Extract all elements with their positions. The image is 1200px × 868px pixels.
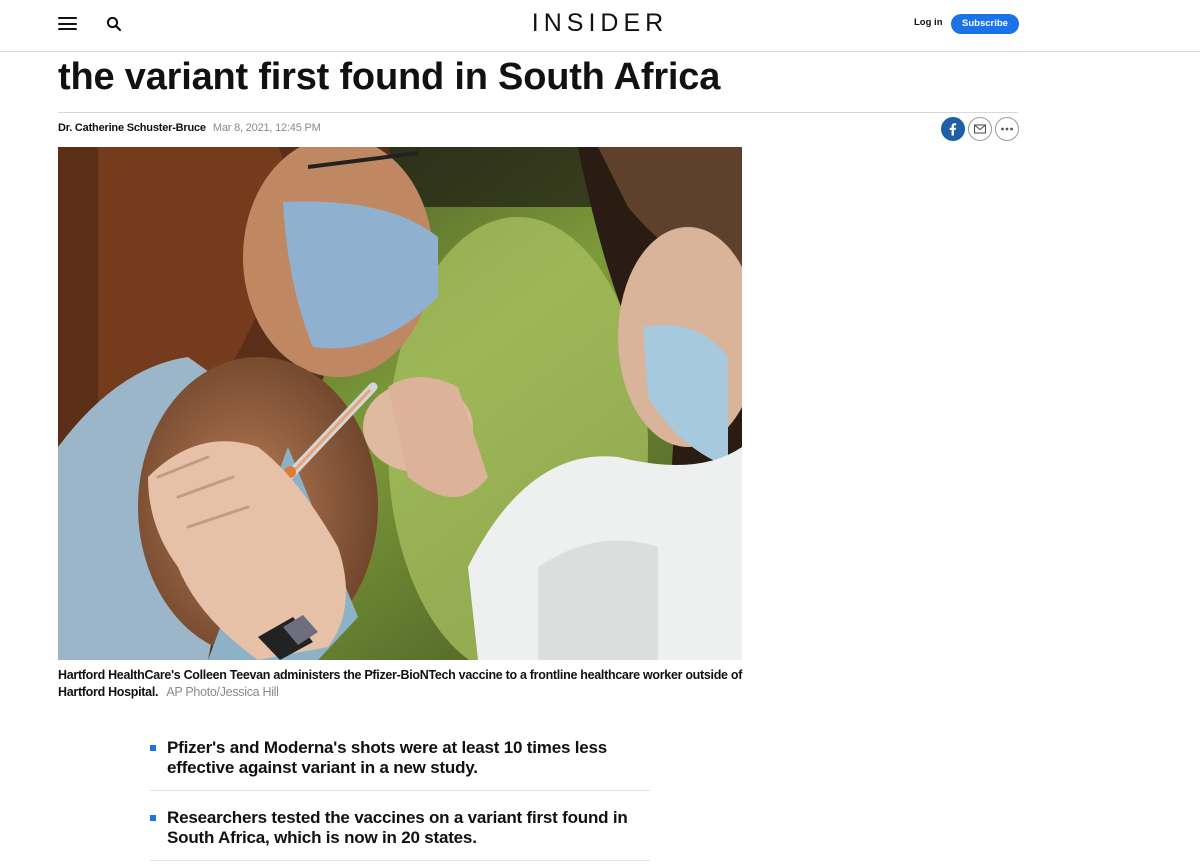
menu-icon[interactable] bbox=[58, 16, 78, 32]
email-share-button[interactable] bbox=[968, 117, 992, 141]
key-point: Researchers tested the vaccines on a var… bbox=[150, 808, 650, 861]
hero-image bbox=[58, 147, 742, 660]
caption-text: Hartford HealthCare's Colleen Teevan adm… bbox=[58, 668, 743, 699]
article-headline: the variant first found in South Africa bbox=[58, 56, 721, 98]
image-caption: Hartford HealthCare's Colleen Teevan adm… bbox=[58, 667, 748, 701]
subscribe-button[interactable]: Subscribe bbox=[951, 14, 1019, 34]
facebook-icon bbox=[949, 123, 957, 136]
bullet-marker bbox=[150, 815, 156, 821]
email-icon bbox=[973, 124, 987, 134]
photo-credit: AP Photo/Jessica Hill bbox=[166, 685, 279, 699]
publish-date: Mar 8, 2021, 12:45 PM bbox=[212, 122, 321, 134]
search-icon[interactable] bbox=[106, 16, 122, 32]
vaccination-photo bbox=[58, 147, 742, 660]
key-point-text: Researchers tested the vaccines on a var… bbox=[167, 808, 628, 847]
byline: Dr. Catherine Schuster-Bruce Mar 8, 2021… bbox=[58, 122, 321, 134]
author-link[interactable]: Dr. Catherine Schuster-Bruce bbox=[58, 122, 206, 134]
key-points-list: Pfizer's and Moderna's shots were at lea… bbox=[150, 738, 650, 868]
key-point-text: Pfizer's and Moderna's shots were at lea… bbox=[167, 738, 608, 777]
bullet-marker bbox=[150, 745, 156, 751]
more-share-button[interactable] bbox=[995, 117, 1019, 141]
more-icon bbox=[1001, 127, 1013, 131]
key-point: Pfizer's and Moderna's shots were at lea… bbox=[150, 738, 650, 791]
divider bbox=[58, 112, 1018, 113]
brand-logo[interactable]: INSIDER bbox=[0, 9, 1200, 38]
login-link[interactable]: Log in bbox=[914, 17, 943, 28]
facebook-share-button[interactable] bbox=[941, 117, 965, 141]
top-navigation-bar: INSIDER Log in Subscribe bbox=[0, 0, 1200, 52]
